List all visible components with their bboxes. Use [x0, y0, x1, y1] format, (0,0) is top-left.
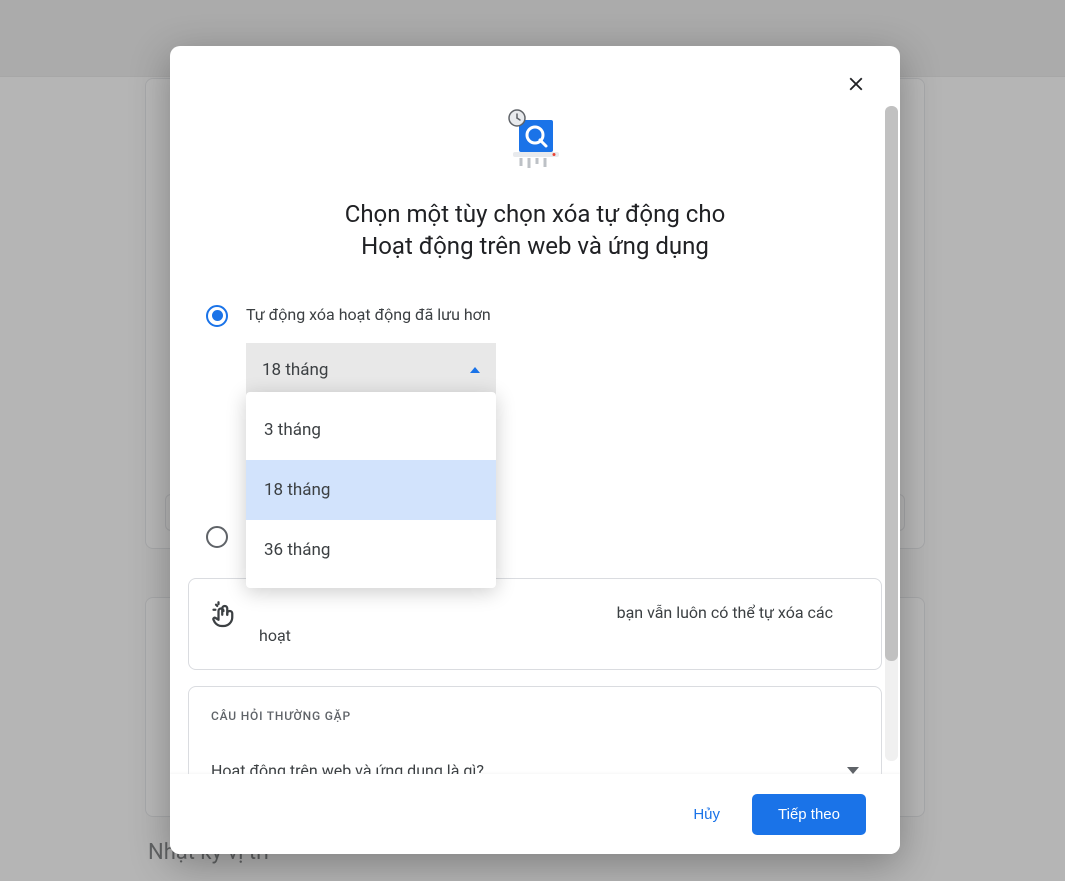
shredder-search-icon — [499, 106, 571, 178]
dialog-title: Chọn một tùy chọn xóa tự động cho Hoạt đ… — [345, 198, 726, 263]
dropdown-item-18-months[interactable]: 18 tháng — [246, 460, 496, 520]
duration-select[interactable]: 18 tháng — [246, 343, 496, 399]
dropdown-item-36-months[interactable]: 36 tháng — [246, 520, 496, 580]
faq-card: CÂU HỎI THƯỜNG GẶP Hoạt động trên web và… — [188, 686, 882, 774]
snap-finger-icon — [211, 601, 241, 631]
close-icon — [845, 73, 867, 95]
dialog-content: Chọn một tùy chọn xóa tự động cho Hoạt đ… — [170, 46, 900, 774]
info-text: placeholder hidden behind dropdown aaaaa… — [259, 601, 859, 647]
duration-select-value: 18 tháng — [262, 360, 328, 380]
auto-delete-dialog: Chọn một tùy chọn xóa tự động cho Hoạt đ… — [170, 46, 900, 854]
chevron-down-icon — [847, 767, 859, 774]
close-button[interactable] — [836, 64, 876, 104]
dialog-hero: Chọn một tùy chọn xóa tự động cho Hoạt đ… — [170, 106, 900, 293]
faq-heading: CÂU HỎI THƯỜNG GẶP — [211, 709, 859, 723]
info-card: placeholder hidden behind dropdown aaaaa… — [188, 578, 882, 670]
dialog-title-line1: Chọn một tùy chọn xóa tự động cho — [345, 198, 726, 230]
cancel-button[interactable]: Hủy — [675, 796, 738, 833]
faq-item-1-label: Hoạt động trên web và ứng dụng là gì? — [211, 761, 484, 774]
dialog-footer: Hủy Tiếp theo — [170, 774, 900, 854]
caret-up-icon — [470, 367, 480, 373]
dialog-title-line2: Hoạt động trên web và ứng dụng — [345, 230, 726, 262]
dropdown-item-3-months[interactable]: 3 tháng — [246, 400, 496, 460]
radio-selected-icon — [206, 305, 228, 327]
option-auto-delete[interactable]: Tự động xóa hoạt động đã lưu hơn — [206, 303, 864, 327]
faq-item-1[interactable]: Hoạt động trên web và ứng dụng là gì? — [211, 761, 859, 774]
options-group: Tự động xóa hoạt động đã lưu hơn 18 thán… — [170, 293, 900, 548]
option-auto-delete-label: Tự động xóa hoạt động đã lưu hơn — [246, 303, 491, 324]
duration-dropdown: 3 tháng 18 tháng 36 tháng — [246, 392, 496, 588]
next-button[interactable]: Tiếp theo — [752, 794, 866, 835]
radio-unselected-icon — [206, 526, 228, 548]
